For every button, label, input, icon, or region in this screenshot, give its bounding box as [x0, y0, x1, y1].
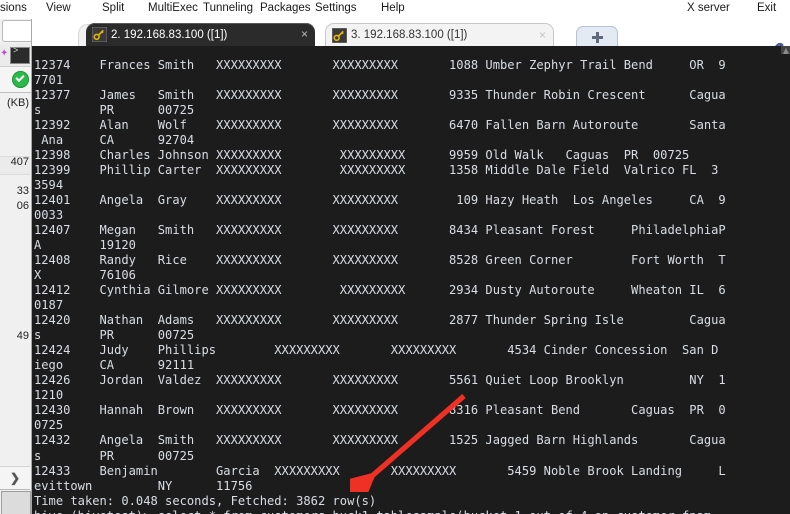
menu-item-sessions[interactable]: sions: [0, 2, 27, 14]
menu-item-multiexec[interactable]: MultiExec: [148, 2, 198, 14]
tab-label: 3. 192.168.83.100 ([1]): [351, 29, 468, 41]
menu-item-tunneling[interactable]: Tunneling: [203, 2, 253, 14]
chevron-right-icon: ❯: [9, 471, 21, 485]
terminal-text: 12374 Frances Smith XXXXXXXXX XXXXXXXXX …: [34, 58, 726, 514]
sidebar-label-407: 407: [10, 156, 29, 168]
sidebar-expand-button[interactable]: ❯: [0, 466, 30, 490]
tab-bar: 2. 192.168.83.100 ([1]) × 3. 192.168.83.…: [0, 19, 790, 46]
terminal-icon[interactable]: [10, 46, 30, 64]
green-check-icon: [12, 71, 29, 88]
menu-item-view[interactable]: View: [46, 2, 71, 14]
menu-item-help[interactable]: Help: [381, 2, 405, 14]
star-icon: ✦: [0, 48, 9, 59]
ssh-key-icon: [92, 27, 107, 42]
terminal-output-pane[interactable]: 12374 Frances Smith XXXXXXXXX XXXXXXXXX …: [31, 46, 790, 514]
plus-icon: [591, 31, 603, 43]
menu-item-x-server[interactable]: X server: [687, 2, 730, 14]
sidebar-label-49: 49: [16, 330, 29, 342]
tab-session-3[interactable]: 3. 192.168.83.100 ([1]) ×: [325, 23, 554, 46]
sidebar-label-kb: (KB): [7, 97, 29, 109]
sidebar-search-box[interactable]: [2, 20, 31, 42]
ssh-key-icon: [332, 27, 347, 43]
sidebar-label-06: 06: [16, 200, 29, 212]
sidebar-bottom-panel: [1, 491, 31, 514]
tab-close-icon[interactable]: ×: [297, 28, 315, 41]
tab-session-2[interactable]: 2. 192.168.83.100 ([1]) ×: [86, 23, 315, 46]
new-tab-button[interactable]: [576, 26, 618, 46]
tab-close-icon[interactable]: ×: [535, 29, 553, 42]
sidebar-status-row: [0, 66, 31, 93]
menu-item-exit[interactable]: Exit: [757, 2, 776, 14]
tab-strip: 2. 192.168.83.100 ([1]) × 3. 192.168.83.…: [36, 19, 790, 46]
tab-label: 2. 192.168.83.100 ([1]): [111, 28, 228, 41]
menu-bar: sions View Split MultiExec Tunneling Pac…: [0, 0, 790, 20]
left-sidebar-panel: ✦ (KB) 407 33 06 49 ❯: [0, 19, 32, 514]
scroll-up-arrow-icon[interactable]: ▲: [783, 47, 789, 55]
menu-item-split[interactable]: Split: [102, 2, 124, 14]
menu-item-packages[interactable]: Packages: [260, 2, 311, 14]
menu-item-settings[interactable]: Settings: [315, 2, 357, 14]
sidebar-icon-row: ✦: [0, 44, 31, 67]
terminal-scrollbar[interactable]: ▲: [781, 46, 790, 514]
sidebar-label-33: 33: [16, 185, 29, 197]
